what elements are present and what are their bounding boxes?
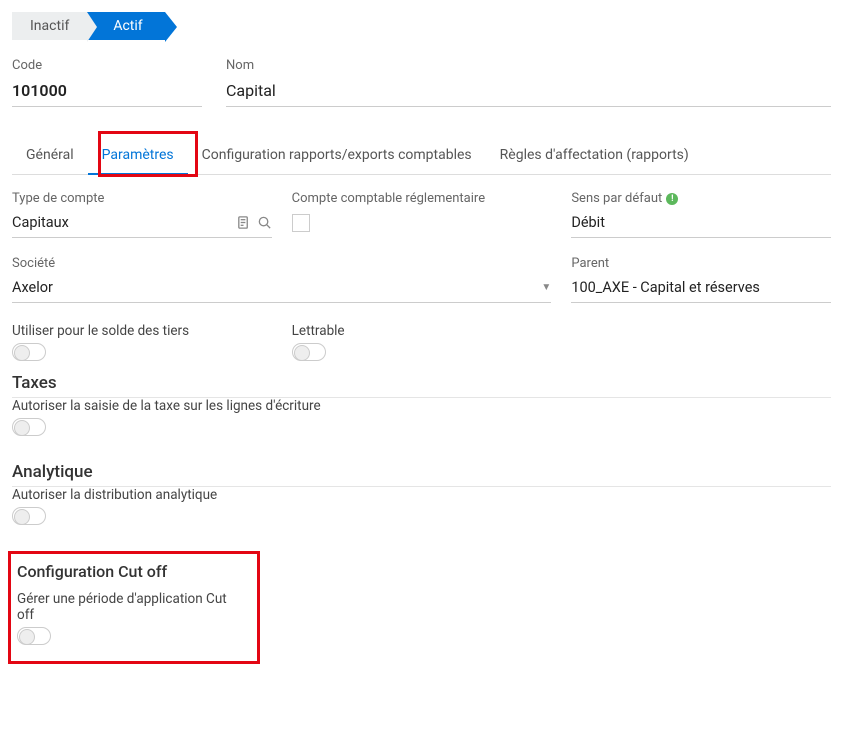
chevron-down-icon: ▼ xyxy=(541,282,551,293)
sens-defaut-label: Sens par défaut ! xyxy=(571,191,831,206)
lettrable-toggle[interactable] xyxy=(292,343,326,361)
societe-value: Axelor xyxy=(12,279,53,296)
tabs: Général Paramètres Configuration rapport… xyxy=(12,137,831,175)
name-label: Nom xyxy=(226,58,831,73)
tab-affectation[interactable]: Règles d'affectation (rapports) xyxy=(486,137,703,174)
document-icon[interactable] xyxy=(236,215,251,230)
lettrable-label: Lettrable xyxy=(292,323,552,339)
sens-defaut-value: Débit xyxy=(571,214,605,231)
compte-reg-label: Compte comptable réglementaire xyxy=(292,191,552,206)
search-icon[interactable] xyxy=(257,215,272,230)
cutoff-gerer-toggle[interactable] xyxy=(17,627,51,645)
taxes-section-title: Taxes xyxy=(12,373,831,398)
societe-label: Société xyxy=(12,256,551,271)
code-input[interactable] xyxy=(12,77,202,107)
tab-general[interactable]: Général xyxy=(12,137,88,174)
type-compte-value: Capitaux xyxy=(12,214,69,231)
type-compte-label: Type de compte xyxy=(12,191,272,206)
type-compte-select[interactable]: Capitaux xyxy=(12,210,272,238)
utiliser-solde-label: Utiliser pour le solde des tiers xyxy=(12,323,272,339)
cutoff-highlight-box: Configuration Cut off Gérer une période … xyxy=(8,551,260,664)
tab-config-reports[interactable]: Configuration rapports/exports comptable… xyxy=(188,137,486,174)
taxes-autoriser-toggle[interactable] xyxy=(12,418,46,436)
parent-value: 100_AXE - Capital et réserves xyxy=(571,279,760,296)
societe-select[interactable]: Axelor ▼ xyxy=(12,275,551,303)
name-input[interactable] xyxy=(226,77,831,107)
analytique-section-title: Analytique xyxy=(12,462,831,487)
code-label: Code xyxy=(12,58,202,73)
sens-defaut-select[interactable]: Débit xyxy=(571,210,831,238)
status-inactive[interactable]: Inactif xyxy=(12,12,87,40)
utiliser-solde-toggle[interactable] xyxy=(12,343,46,361)
status-breadcrumb: Inactif Actif xyxy=(12,12,835,40)
tab-parametres[interactable]: Paramètres xyxy=(88,137,188,175)
compte-reg-checkbox[interactable] xyxy=(292,214,310,232)
analytique-autoriser-label: Autoriser la distribution analytique xyxy=(12,487,831,503)
cutoff-section-title: Configuration Cut off xyxy=(17,562,247,581)
parent-label: Parent xyxy=(571,256,831,271)
taxes-autoriser-label: Autoriser la saisie de la taxe sur les l… xyxy=(12,398,831,414)
status-active[interactable]: Actif xyxy=(87,12,164,40)
parent-select[interactable]: 100_AXE - Capital et réserves xyxy=(571,275,831,303)
cutoff-gerer-label: Gérer une période d'application Cut off xyxy=(17,591,247,623)
info-icon[interactable]: ! xyxy=(666,193,678,205)
analytique-autoriser-toggle[interactable] xyxy=(12,507,46,525)
